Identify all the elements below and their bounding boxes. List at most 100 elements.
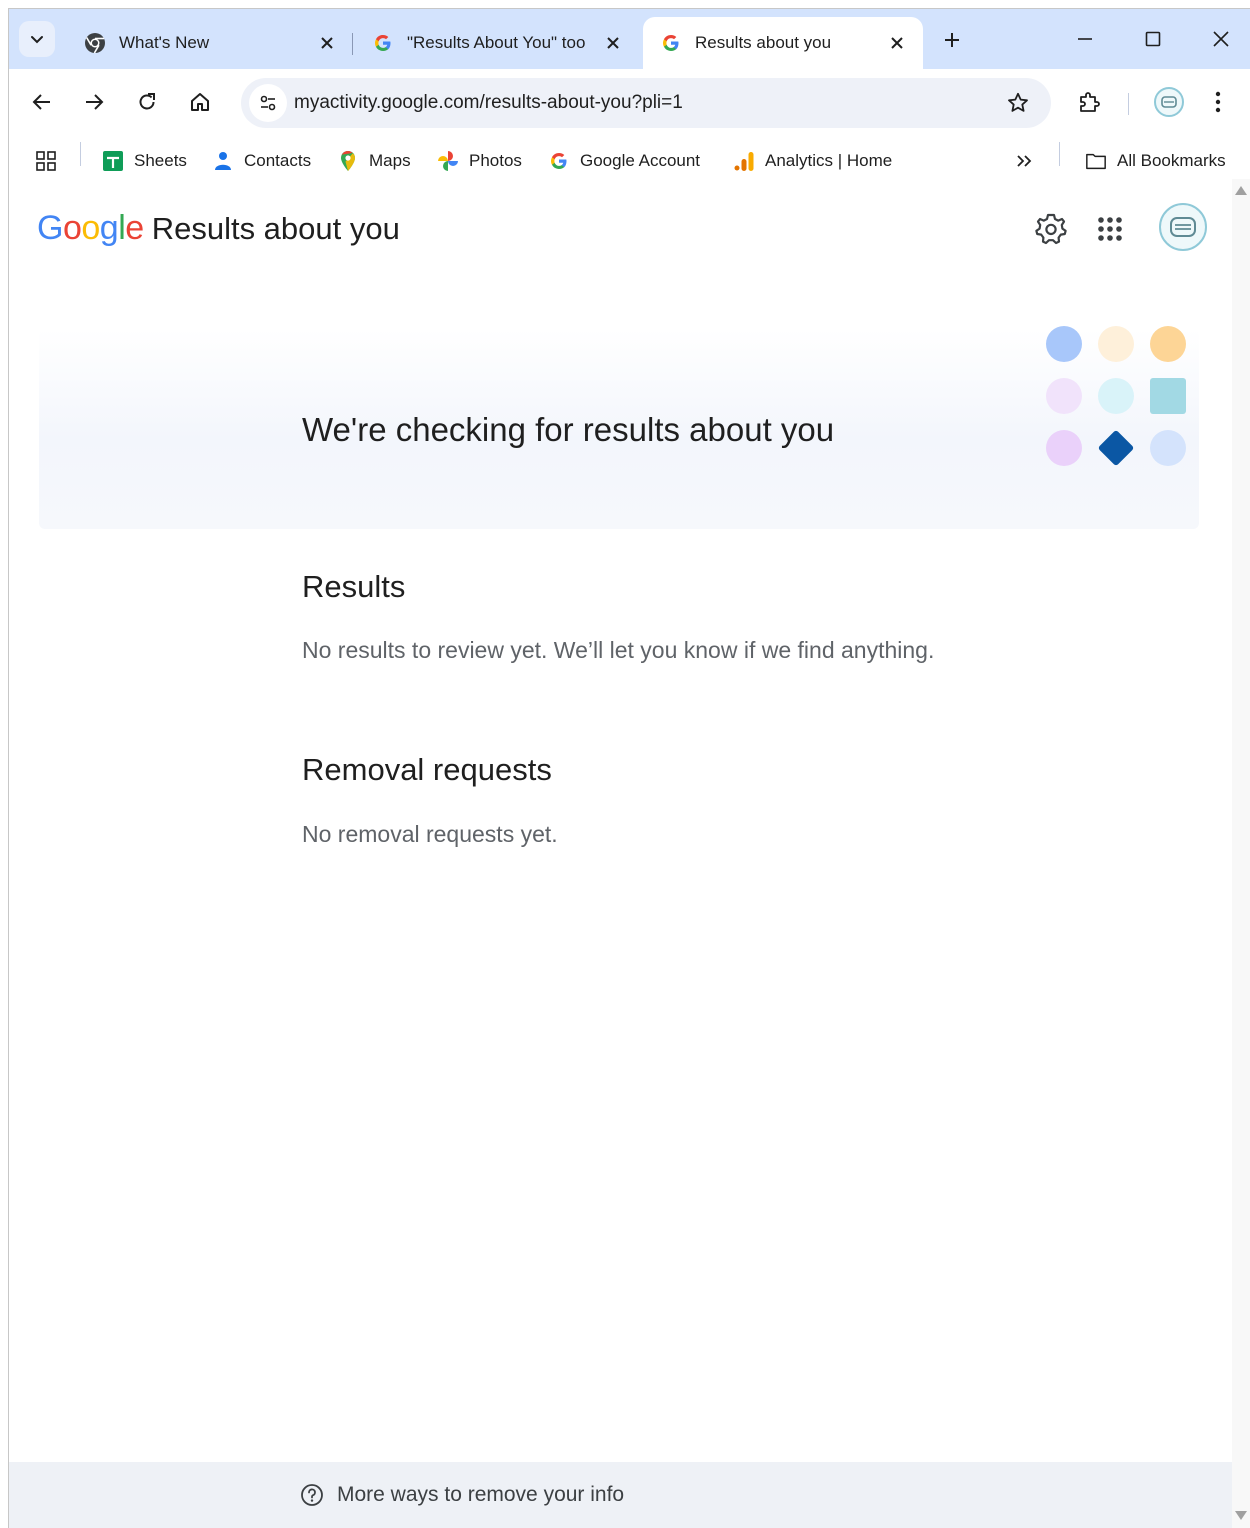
apps-dots-icon [1098,217,1122,241]
plus-icon [945,33,959,47]
chevron-down-icon [31,36,43,44]
dot-shape [1046,430,1082,466]
bookmark-label: Photos [469,151,522,170]
browser-menu-button[interactable] [1205,85,1231,119]
removal-requests-empty-text: No removal requests yet. [302,821,558,847]
all-bookmarks-folder[interactable]: All Bookmarks [1085,145,1226,177]
tab-search-button[interactable] [19,21,55,57]
google-g-icon [371,31,395,55]
dot-shape [1098,326,1134,362]
sheets-icon [102,150,124,172]
bookmark-label: Maps [369,151,411,170]
analytics-icon [733,150,755,172]
dot-shape [1046,378,1082,414]
tab-title: Results about you [695,33,832,52]
puzzle-icon [1080,92,1100,112]
home-button[interactable] [183,85,217,119]
reload-icon [139,93,155,110]
scroll-down-arrow-icon[interactable] [1235,1511,1247,1520]
tab-divider [352,33,353,55]
tab-title: "Results About You" too [407,33,586,52]
url-text[interactable]: myactivity.google.com/results-about-you?… [294,92,683,114]
bookmark-star-button[interactable] [1005,90,1031,116]
close-tab-icon[interactable] [315,31,339,55]
results-heading: Results [302,569,406,604]
new-tab-button[interactable] [937,25,967,55]
app-header-title: Google Results about you [37,209,400,248]
removal-requests-heading: Removal requests [302,752,552,787]
square-shape [1150,378,1186,414]
dot-shape [1046,326,1082,362]
tab-results-about-you-news[interactable]: "Results About You" too [355,17,639,69]
more-vert-icon [1215,91,1221,113]
close-tab-icon[interactable] [601,31,625,55]
help-circle-icon [299,1482,325,1508]
arrow-right-icon [86,94,104,110]
bookmark-google-account[interactable]: Google Account [548,145,700,177]
home-icon [191,93,209,111]
close-window-button[interactable] [1193,19,1249,59]
tab-results-about-you[interactable]: Results about you [643,17,923,69]
google-apps-button[interactable] [1090,209,1130,249]
dot-shape [1150,326,1186,362]
settings-button[interactable] [1031,209,1071,249]
profile-button[interactable] [1151,85,1187,119]
address-bar[interactable]: myactivity.google.com/results-about-you?… [241,78,1051,128]
maximize-button[interactable] [1125,19,1181,59]
dot-shape [1150,430,1186,466]
apps-shortcut[interactable] [35,145,57,177]
maps-icon [337,150,359,172]
bookmark-contacts[interactable]: Contacts [212,145,311,177]
page-scrollbar[interactable] [1232,179,1250,1528]
more-ways-link[interactable]: More ways to remove your info [299,1482,624,1508]
page-content: Google Results about you We're checking … [9,179,1232,1528]
chevron-double-right-icon [1017,155,1032,167]
apps-grid-icon [36,151,56,171]
google-logo[interactable]: Google [37,209,144,248]
photos-icon [437,150,459,172]
more-ways-label: More ways to remove your info [337,1483,625,1506]
forward-button[interactable] [77,85,111,119]
close-tab-icon[interactable] [885,31,909,55]
minimize-button[interactable] [1057,19,1113,59]
bookmark-label: Google Account [580,151,701,170]
tab-whats-new[interactable]: What's New [67,17,353,69]
site-info-button[interactable] [249,84,287,122]
extensions-button[interactable] [1071,85,1107,119]
browser-toolbar: myactivity.google.com/results-about-you?… [9,69,1250,135]
bookmark-label: Contacts [244,151,312,170]
dot-shape [1098,378,1134,414]
bookmarks-divider [1059,142,1060,166]
bookmark-sheets[interactable]: Sheets [102,145,187,177]
bookmark-label: Sheets [134,151,187,170]
google-g-icon [659,31,683,55]
tune-icon [260,95,276,111]
profile-avatar-icon [1154,87,1184,117]
tab-title: What's New [119,33,210,52]
bookmark-analytics[interactable]: Analytics | Home [733,145,892,177]
hero-title: We're checking for results about you [302,411,835,448]
account-avatar[interactable] [1159,203,1207,251]
minimize-icon [1078,38,1092,40]
arrow-left-icon [32,94,50,110]
toolbar-divider [1128,93,1129,115]
product-name: Results about you [151,211,400,246]
tab-strip: What's New "Results About You" too Resul… [9,9,1250,69]
bookmark-label: Analytics | Home [765,151,893,170]
bookmark-maps[interactable]: Maps [337,145,411,177]
google-g-icon [548,150,570,172]
chrome-icon [83,31,107,55]
diamond-shape [1097,429,1135,467]
bookmark-photos[interactable]: Photos [437,145,522,177]
profile-avatar-icon [1170,217,1196,237]
all-bookmarks-label: All Bookmarks [1117,151,1226,170]
scroll-up-arrow-icon[interactable] [1235,186,1247,195]
gear-icon [1035,213,1067,245]
star-icon [1008,92,1028,112]
bookmarks-divider [80,142,81,166]
footer-bar: More ways to remove your info [9,1462,1232,1528]
back-button[interactable] [25,85,59,119]
contacts-icon [212,150,234,172]
reload-button[interactable] [130,85,164,119]
more-bookmarks-button[interactable] [1015,145,1033,177]
